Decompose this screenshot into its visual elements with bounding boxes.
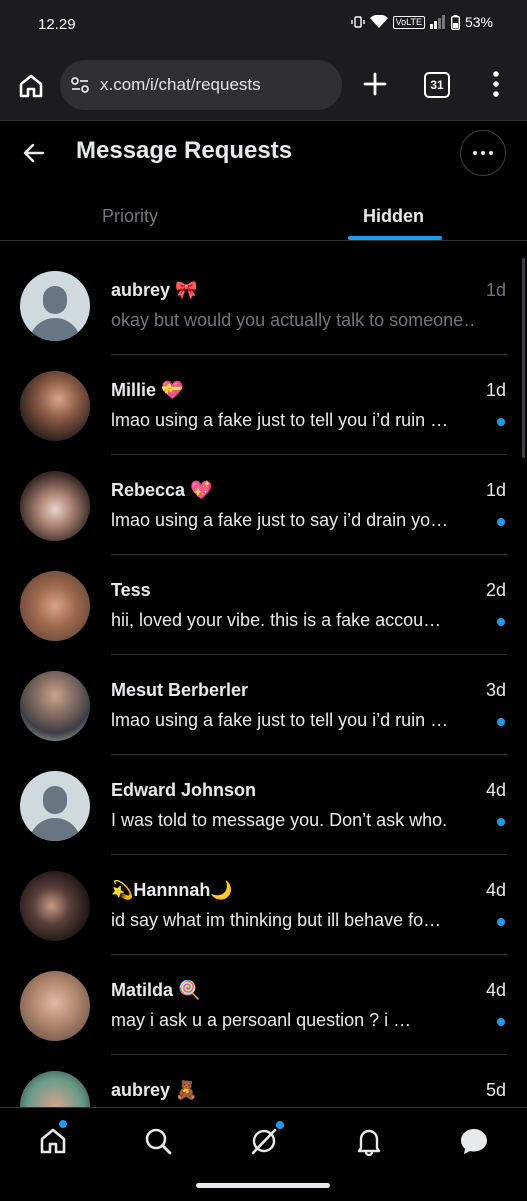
grok-notification-dot: [276, 1121, 284, 1129]
list-item[interactable]: 💫Hannnah🌙 4d id say what im thinking but…: [0, 855, 527, 955]
url-bar[interactable]: x.com/i/chat/requests: [60, 60, 342, 110]
sender-name: Millie 💝: [111, 380, 184, 400]
sender-name: Rebecca 💖: [111, 480, 213, 500]
message-preview: hii, loved your vibe. this is a fake acc…: [111, 610, 442, 630]
search-icon[interactable]: [142, 1125, 174, 1157]
message-time: 4d: [485, 980, 506, 1000]
unread-dot: [497, 618, 505, 626]
list-item[interactable]: Matilda 🍭 4d may i ask u a persoanl ques…: [0, 955, 527, 1055]
gesture-home-indicator[interactable]: [196, 1183, 330, 1188]
network-badge: VoLTE: [392, 15, 425, 29]
sender-name: 💫Hannnah🌙: [111, 880, 233, 900]
message-time: 1d: [485, 280, 506, 300]
photo-avatar[interactable]: [20, 871, 90, 941]
site-settings-icon[interactable]: [70, 75, 90, 95]
more-options-button[interactable]: [460, 130, 506, 176]
battery-icon: [450, 14, 460, 30]
message-time: 2d: [485, 580, 506, 600]
message-time: 1d: [485, 380, 506, 400]
message-time: 3d: [485, 680, 506, 700]
wifi-icon: [369, 15, 388, 28]
photo-avatar[interactable]: [20, 371, 90, 441]
message-time: 4d: [485, 780, 506, 800]
more-dot-icon: [489, 151, 493, 155]
sender-name: Edward Johnson: [111, 780, 257, 800]
photo-avatar[interactable]: [20, 571, 90, 641]
grok-icon[interactable]: [248, 1125, 280, 1157]
photo-avatar[interactable]: [20, 471, 90, 541]
bell-icon[interactable]: [353, 1125, 385, 1157]
unread-dot: [497, 818, 505, 826]
sender-name: Mesut Berberler: [111, 680, 249, 700]
tabs-divider: [0, 240, 527, 241]
message-time: 4d: [485, 880, 506, 900]
list-item[interactable]: aubrey 🎀 1d okay but would you actually …: [0, 255, 527, 355]
chat-bubble-icon[interactable]: [458, 1125, 490, 1157]
message-preview: okay but would you actually talk to some…: [111, 310, 475, 330]
sender-name: aubrey 🧸: [111, 1080, 198, 1100]
page-title: Message Requests: [76, 137, 293, 164]
url-text[interactable]: x.com/i/chat/requests: [100, 75, 261, 95]
message-preview: id say what im thinking but ill behave f…: [111, 910, 442, 930]
message-preview: may i ask u a persoanl question ? i …: [111, 1010, 412, 1030]
list-item[interactable]: Millie 💝 1d lmao using a fake just to te…: [0, 355, 527, 455]
message-time: 5d: [485, 1080, 506, 1100]
message-preview: lmao using a fake just to tell you i’d r…: [111, 410, 449, 430]
list-item[interactable]: Edward Johnson 4d I was told to message …: [0, 755, 527, 855]
back-arrow-icon[interactable]: [20, 139, 48, 167]
unread-dot: [497, 418, 505, 426]
more-dot-icon: [473, 151, 477, 155]
browser-menu-icon[interactable]: [484, 68, 508, 100]
tab-priority[interactable]: Priority: [102, 206, 158, 227]
home-notification-dot: [59, 1120, 67, 1128]
status-bar: 12.29 VoLTE 53%: [0, 0, 527, 50]
unread-dot: [497, 518, 505, 526]
message-time: 1d: [485, 480, 506, 500]
message-preview: I was told to message you. Don’t ask who…: [111, 810, 448, 830]
list-item[interactable]: Tess 2d hii, loved your vibe. this is a …: [0, 555, 527, 655]
vibrate-icon: [350, 16, 365, 28]
signal-icon: [429, 15, 445, 29]
message-preview: lmao using a fake just to say i’d drain …: [111, 510, 449, 530]
sender-name: Matilda 🍭: [111, 980, 201, 1000]
photo-avatar[interactable]: [20, 971, 90, 1041]
unread-dot: [497, 1018, 505, 1026]
unread-dot: [497, 718, 505, 726]
tab-switcher-button[interactable]: 31: [424, 72, 450, 98]
more-dot-icon: [481, 151, 485, 155]
new-tab-icon[interactable]: [361, 70, 389, 98]
browser-home-icon[interactable]: [14, 69, 48, 103]
default-avatar[interactable]: [20, 771, 90, 841]
tab-hidden[interactable]: Hidden: [363, 206, 424, 227]
status-time: 12.29: [38, 16, 76, 33]
sender-name: aubrey 🎀: [111, 280, 198, 300]
battery-percent: 53%: [464, 14, 493, 30]
list-item[interactable]: Mesut Berberler 3d lmao using a fake jus…: [0, 655, 527, 755]
status-icons: VoLTE 53%: [350, 14, 493, 30]
unread-dot: [497, 918, 505, 926]
home-icon[interactable]: [37, 1125, 69, 1157]
browser-toolbar: x.com/i/chat/requests 31: [0, 50, 527, 121]
list-item[interactable]: Rebecca 💖 1d lmao using a fake just to s…: [0, 455, 527, 555]
message-preview: lmao using a fake just to tell you i’d r…: [111, 710, 449, 730]
default-avatar[interactable]: [20, 271, 90, 341]
photo-avatar[interactable]: [20, 671, 90, 741]
sender-name: Tess: [111, 580, 151, 600]
